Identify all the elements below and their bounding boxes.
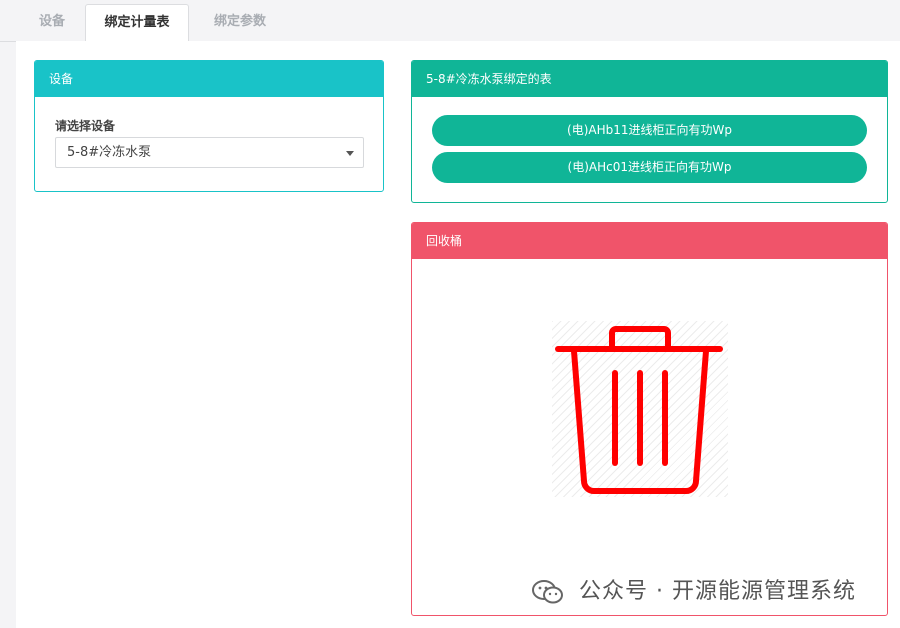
chevron-down-icon: [346, 151, 354, 156]
bound-meters-panel-title: 5-8#冷冻水泵绑定的表: [412, 61, 887, 97]
tab-device[interactable]: 设备: [18, 4, 86, 41]
recycle-bin-panel-title: 回收桶: [412, 223, 887, 259]
tab-bind-meter[interactable]: 绑定计量表: [85, 4, 189, 42]
device-select-value: 5-8#冷冻水泵: [67, 145, 152, 160]
tab-bar: 设备 绑定计量表 绑定参数: [0, 0, 900, 42]
recycle-bin-drop-zone[interactable]: [552, 321, 728, 497]
bound-meters-panel: 5-8#冷冻水泵绑定的表 (电)AHb11进线柜正向有功Wp (电)AHc01进…: [411, 60, 888, 203]
device-select[interactable]: 5-8#冷冻水泵: [55, 137, 364, 168]
select-device-label: 请选择设备: [55, 119, 116, 133]
device-panel-title: 设备: [35, 61, 383, 97]
wechat-icon: [532, 580, 563, 604]
meter-item[interactable]: (电)AHc01进线柜正向有功Wp: [432, 152, 867, 183]
recycle-bin-panel: 回收桶: [411, 222, 888, 616]
trash-icon: [555, 326, 723, 494]
tab-bind-parameter[interactable]: 绑定参数: [190, 4, 290, 41]
device-panel: 设备 请选择设备 5-8#冷冻水泵: [34, 60, 384, 192]
watermark: 公众号 · 开源能源管理系统: [532, 576, 856, 608]
watermark-text: 公众号 · 开源能源管理系统: [579, 579, 856, 604]
meter-item[interactable]: (电)AHb11进线柜正向有功Wp: [432, 115, 867, 146]
